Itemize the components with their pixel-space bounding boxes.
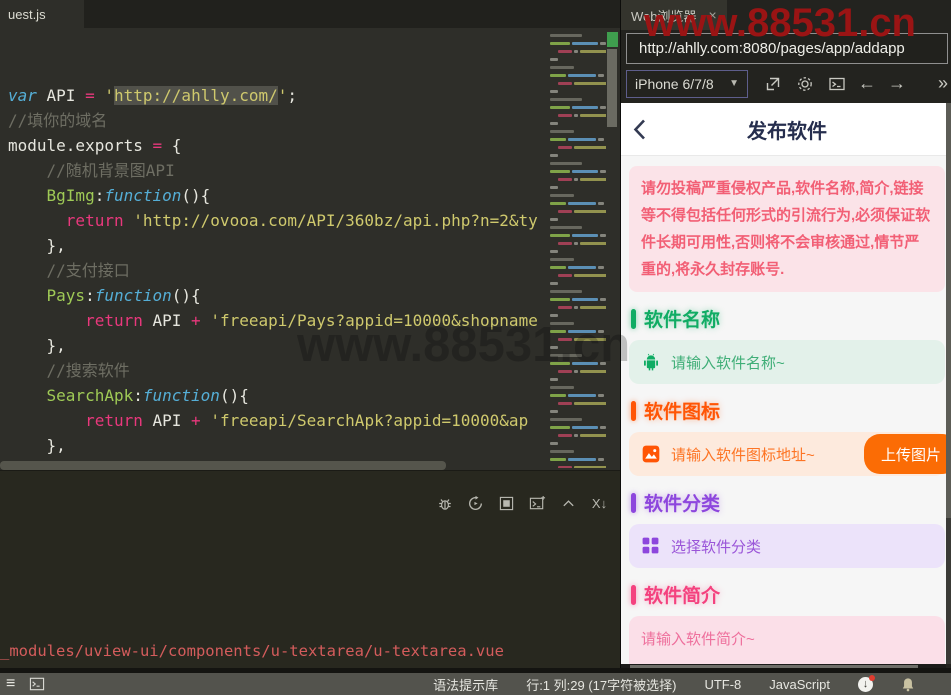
image-icon [641,444,661,464]
android-icon [641,352,661,372]
gear-icon[interactable] [794,73,816,95]
device-select[interactable]: iPhone 6/7/8 ▼ [626,69,748,98]
field-placeholder-icon: 请输入软件图标地址~ [671,446,815,464]
upload-image-button[interactable]: 上传图片 [863,434,946,474]
form-sections: 软件名称请输入软件名称~ 软件图标请输入软件图标地址~ 上传图片软件分类选择软件分类… [621,305,946,664]
minimap[interactable] [546,34,606,468]
code-line: Pays:function(){ [46,286,201,305]
encoding-status[interactable]: UTF-8 [704,677,741,692]
browser-tab-label: Web浏览器 [631,8,697,24]
mobile-navbar: 发布软件 [621,103,946,156]
code-line: //搜索软件 [46,361,130,380]
code-editor[interactable]: var API = 'http://ahlly.com/'; //填你的域名 mod… [8,33,542,459]
open-external-icon[interactable] [762,73,784,95]
code-line: }, [8,336,66,355]
editor-tabbar: uest.js [0,0,620,28]
grid-icon [641,536,661,556]
new-terminal-icon[interactable] [529,495,546,512]
code-line: //获取软件信息 [8,458,542,459]
browser-panel: Web浏览器 × http://ahlly.com:8080/pages/app… [620,0,951,673]
code-line: }, [8,436,66,455]
status-bar: ≡ 语法提示库 行:1 列:29 (17字符被选择) UTF-8 JavaScr… [0,673,951,695]
editor-vertical-scrollbar[interactable] [607,49,617,127]
field-placeholder-name: 请输入软件名称~ [671,354,785,372]
language-status[interactable]: JavaScript [769,677,830,692]
browser-tab[interactable]: Web浏览器 × [621,0,727,30]
terminal-toggle-icon[interactable] [29,677,45,691]
overflow-menu-icon[interactable]: » [938,73,948,94]
field-name[interactable]: 请输入软件名称~ [629,340,945,384]
browser-toolbar: iPhone 6/7/8 ▼ ← → » [626,69,948,98]
debug-panel: X↓ _modules/uview-ui/components/u-textar… [0,470,620,668]
output-line: _modules/uview-ui/components/u-textarea/… [0,642,504,660]
cursor-position-status[interactable]: 行:1 列:29 (17字符被选择) [526,675,676,694]
debug-bug-icon[interactable] [436,495,453,512]
chevron-down-icon: ▼ [729,78,739,89]
section-label-name: 软件名称 [631,305,943,332]
section-label-icon: 软件图标 [631,397,943,424]
restart-icon[interactable] [467,495,484,512]
stop-icon[interactable] [498,495,515,512]
tab-request-js[interactable]: uest.js [0,0,84,28]
field-icon[interactable]: 请输入软件图标地址~ 上传图片 [629,432,946,476]
code-line: module.exports = { [8,136,182,155]
code-lines: var API = 'http://ahlly.com/'; //填你的域名 mod… [8,83,542,459]
field-intro[interactable]: 请输入软件简介~ [629,616,945,664]
debug-toolbar: X↓ [436,495,608,512]
minimap-view-marker [607,32,618,47]
code-line: var API = 'http://ahlly.com/'; [8,86,298,105]
terminal-icon[interactable] [826,73,848,95]
syntax-hint-status[interactable]: 语法提示库 [433,675,498,694]
code-line: BgImg:function(){ [46,186,211,205]
section-label-category: 软件分类 [631,489,943,516]
code-line: return API + 'freeapi/SearchApk?appid=10… [85,411,529,430]
forward-icon[interactable]: → [886,73,908,95]
update-download-icon[interactable]: ↓ [858,674,875,692]
app-window: uest.js var API = 'http://ahlly.com/'; //… [0,0,951,695]
outline-menu-icon[interactable]: ≡ [6,675,15,693]
field-placeholder-intro: 请输入软件简介~ [641,631,755,648]
mobile-preview: 发布软件 请勿投稿严重侵权产品,软件名称,简介,链接等不得包括任何形式的引流行为… [621,103,946,664]
close-steps-icon[interactable]: X↓ [591,495,608,512]
code-line: return 'http://ovooa.com/API/360bz/api.p… [65,211,538,230]
code-line: //支付接口 [46,261,130,280]
back-icon[interactable]: ← [856,73,878,95]
bell-icon[interactable] [901,677,915,692]
code-line: }, [8,236,66,255]
code-line: //填你的域名 [8,111,108,130]
section-label-intro: 软件简介 [631,581,943,608]
close-icon[interactable]: × [709,7,717,23]
warning-notice: 请勿投稿严重侵权产品,软件名称,简介,链接等不得包括任何形式的引流行为,必须保证… [629,166,945,292]
device-select-value: iPhone 6/7/8 [635,75,714,92]
code-line: return API + 'freeapi/Pays?appid=10000&s… [85,311,538,330]
address-bar[interactable]: http://ahlly.com:8080/pages/app/addapp [626,33,948,64]
collapse-panel-icon[interactable] [560,495,577,512]
code-line: SearchApk:function(){ [46,386,249,405]
field-placeholder-category: 选择软件分类 [671,538,762,556]
field-category[interactable]: 选择软件分类 [629,524,945,568]
editor-horizontal-scrollbar[interactable] [0,461,446,470]
back-chevron-icon[interactable] [633,119,646,140]
page-title: 发布软件 [747,120,827,143]
preview-vertical-scrollbar[interactable] [946,103,951,664]
code-line: //随机背景图API [46,161,175,180]
tab-label: uest.js [8,6,46,22]
